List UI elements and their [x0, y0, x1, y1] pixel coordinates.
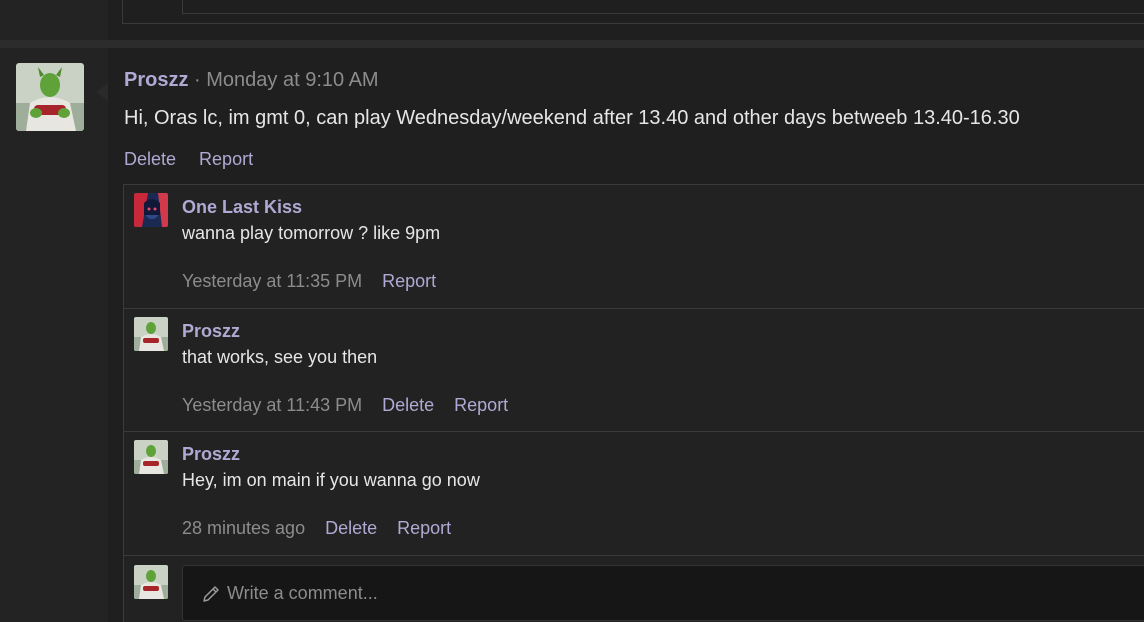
post-header: Proszz · Monday at 9:10 AM	[124, 68, 379, 92]
comment-text: Hey, im on main if you wanna go now	[182, 470, 480, 490]
avatar-image	[134, 565, 168, 599]
comment-timestamp[interactable]: Yesterday at 11:43 PM	[182, 395, 362, 415]
comment-timestamp[interactable]: Yesterday at 11:35 PM	[182, 271, 362, 291]
post-actions: Delete Report	[124, 148, 253, 170]
report-button[interactable]: Report	[199, 149, 253, 169]
avatar-image	[16, 63, 84, 131]
comment-text: wanna play tomorrow ? like 9pm	[182, 223, 441, 243]
post-header-separator: ·	[194, 69, 201, 91]
comment-item: One Last Kiss wanna play tomorrow ? like…	[124, 185, 1144, 309]
comment-timestamp[interactable]: 28 minutes ago	[182, 518, 305, 538]
report-button[interactable]: Report	[382, 271, 436, 291]
report-button[interactable]: Report	[454, 395, 508, 415]
comment-input[interactable]: Write a comment...	[182, 565, 1144, 621]
avatar[interactable]	[134, 317, 168, 351]
delete-button[interactable]: Delete	[382, 395, 434, 415]
delete-button[interactable]: Delete	[124, 149, 176, 169]
comment-author[interactable]: One Last Kiss	[182, 197, 302, 218]
comment-text: that works, see you then	[182, 347, 378, 367]
avatar[interactable]	[16, 63, 84, 131]
comment-author[interactable]: Proszz	[182, 444, 240, 465]
post-separator	[0, 40, 1144, 48]
comment-item: Proszz that works, see you then Yesterda…	[124, 309, 1144, 432]
comment-meta: Yesterday at 11:43 PM Delete Report	[182, 395, 508, 416]
pencil-icon	[201, 584, 221, 604]
comment-list: One Last Kiss wanna play tomorrow ? like…	[123, 184, 1144, 622]
comment-author[interactable]: Proszz	[182, 321, 240, 342]
avatar	[134, 565, 168, 599]
report-button[interactable]: Report	[397, 518, 451, 538]
avatar[interactable]	[134, 440, 168, 474]
previous-comment-remnant	[182, 0, 1144, 14]
delete-button[interactable]: Delete	[325, 518, 377, 538]
post-timestamp[interactable]: Monday at 9:10 AM	[206, 69, 378, 91]
comment-input-placeholder: Write a comment...	[227, 583, 378, 603]
comment-item: Proszz Hey, im on main if you wanna go n…	[124, 432, 1144, 556]
avatar-image	[134, 193, 168, 227]
avatar[interactable]	[134, 193, 168, 227]
avatar-image	[134, 317, 168, 351]
comment-meta: Yesterday at 11:35 PM Report	[182, 271, 436, 292]
post-author[interactable]: Proszz	[124, 69, 188, 91]
comment-meta: 28 minutes ago Delete Report	[182, 518, 451, 539]
post-body: Hi, Oras lc, im gmt 0, can play Wednesda…	[124, 107, 1020, 129]
avatar-image	[134, 440, 168, 474]
post-pointer-arrow	[96, 83, 108, 101]
